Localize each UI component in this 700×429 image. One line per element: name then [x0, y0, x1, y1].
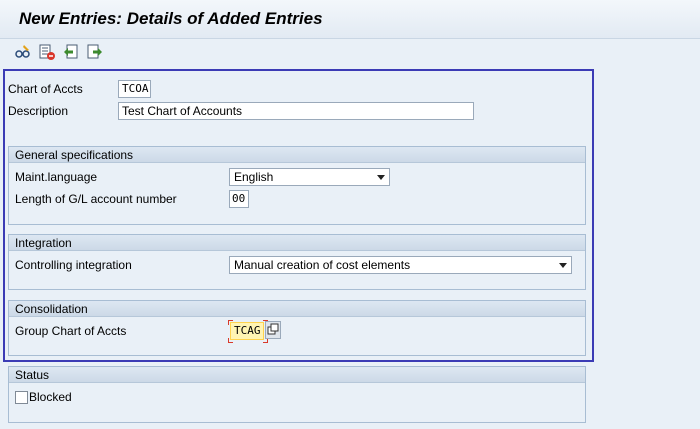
- value-help-button[interactable]: [265, 321, 281, 339]
- next-entry-icon[interactable]: [86, 43, 104, 61]
- delete-row-icon[interactable]: [38, 43, 56, 61]
- description-label: Description: [8, 104, 69, 118]
- copy-icon: [267, 323, 279, 335]
- group-header: Consolidation: [9, 301, 585, 317]
- group-chart-field[interactable]: TCAG: [230, 322, 264, 340]
- chevron-down-icon: [377, 175, 385, 180]
- group-title: Integration: [15, 236, 72, 250]
- group-chart-label: Group Chart of Accts: [15, 324, 127, 338]
- maint-language-value: English: [234, 170, 274, 184]
- group-title: General specifications: [15, 148, 134, 162]
- group-header: Status: [9, 367, 585, 383]
- group-header: Integration: [9, 235, 585, 251]
- glasses-edit-icon[interactable]: [14, 43, 32, 61]
- controlling-integration-dropdown[interactable]: Manual creation of cost elements: [229, 256, 572, 274]
- status-group: Status: [8, 366, 586, 423]
- controlling-integration-label: Controlling integration: [15, 258, 132, 272]
- chart-of-accts-label: Chart of Accts: [8, 82, 83, 96]
- previous-entry-icon[interactable]: [62, 43, 80, 61]
- title-bar: New Entries: Details of Added Entries: [0, 0, 700, 39]
- gl-length-field[interactable]: 00: [229, 190, 249, 208]
- page-title: New Entries: Details of Added Entries: [19, 9, 323, 28]
- maint-language-label: Maint.language: [15, 170, 98, 184]
- application-toolbar: [0, 39, 700, 67]
- focus-marker: [228, 338, 233, 343]
- focus-marker: [228, 320, 233, 325]
- blocked-label: Blocked: [29, 390, 72, 404]
- group-header: General specifications: [9, 147, 585, 163]
- controlling-integration-value: Manual creation of cost elements: [234, 258, 411, 272]
- gl-length-label: Length of G/L account number: [15, 192, 177, 206]
- maint-language-dropdown[interactable]: English: [229, 168, 390, 186]
- group-title: Consolidation: [15, 302, 88, 316]
- chart-of-accts-field[interactable]: TCOA: [118, 80, 151, 98]
- blocked-checkbox[interactable]: [15, 391, 28, 404]
- description-field[interactable]: Test Chart of Accounts: [118, 102, 474, 120]
- chevron-down-icon: [559, 263, 567, 268]
- group-title: Status: [15, 368, 50, 382]
